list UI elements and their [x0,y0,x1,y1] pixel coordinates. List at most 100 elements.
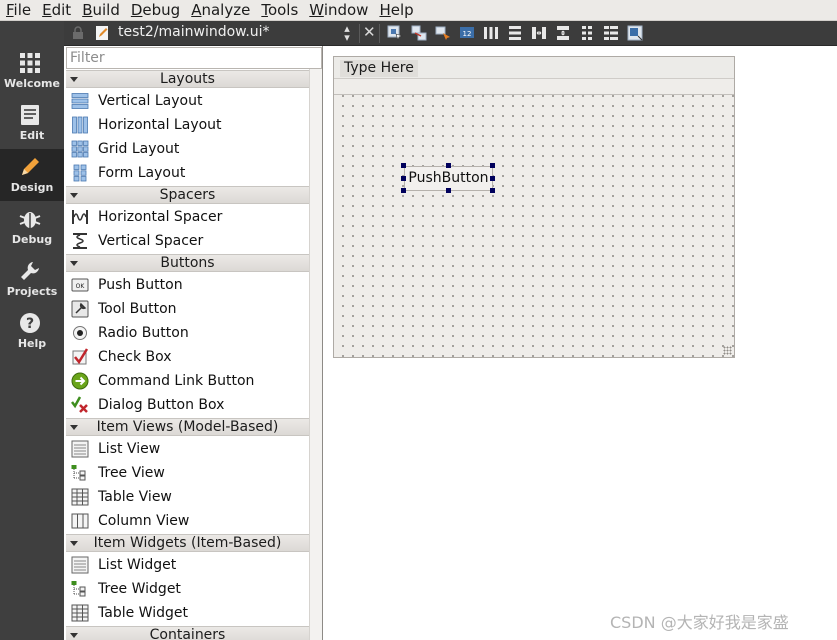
pencil-icon [22,158,39,175]
widget-item-tree-view[interactable]: Tree View [66,461,309,485]
widget-item-vertical-layout[interactable]: Vertical Layout [66,89,309,113]
watermark: CSDN @大家好我是家盛 [610,613,789,632]
main-window-form[interactable]: Type Here [333,56,735,358]
menu-debug[interactable]: Debug [127,0,187,21]
widget-item-check-box[interactable]: Check Box [66,345,309,369]
selection-handle[interactable] [490,188,495,193]
category-item-widgets[interactable]: Item Widgets (Item-Based) [66,534,309,552]
menu-edit[interactable]: Edit [38,0,78,21]
layout-form-icon[interactable] [603,25,619,41]
bug-icon [19,212,41,228]
category-item-views[interactable]: Item Views (Model-Based) [66,418,309,436]
collapse-arrow-icon [70,77,78,82]
mode-label: Projects [6,285,58,298]
category-buttons[interactable]: Buttons [66,254,309,272]
selection-handle[interactable] [446,163,451,168]
selection-handle[interactable] [401,176,406,181]
document-tab-title[interactable]: test2/mainwindow.ui* [118,24,270,40]
filter-input[interactable]: Filter [66,47,322,69]
edit-tab-order-icon[interactable]: 12 [459,25,475,41]
question-icon: ? [20,313,40,333]
mode-edit[interactable]: Edit [0,97,64,149]
menu-analyze[interactable]: Analyze [187,0,257,21]
widget-item-list-widget[interactable]: List Widget [66,553,309,577]
column-view-icon [71,513,89,529]
mode-projects[interactable]: Projects [0,253,64,305]
widget-item-command-link-button[interactable]: Command Link Button [66,369,309,393]
menu-help[interactable]: Help [375,0,420,21]
collapse-arrow-icon [70,633,78,638]
mode-debug[interactable]: Debug [0,201,64,253]
toolbar-separator [359,24,360,43]
category-containers[interactable]: Containers [66,626,309,640]
toolbar-separator [379,24,380,43]
menu-window[interactable]: Window [305,0,375,21]
mode-label: Help [17,337,47,350]
widget-item-form-layout[interactable]: Form Layout [66,161,309,185]
widget-item-vertical-spacer[interactable]: Vertical Spacer [66,229,309,253]
adjust-size-icon[interactable] [627,25,643,41]
mode-label: Edit [19,129,45,142]
category-spacers[interactable]: Spacers [66,186,309,204]
menu-bar: File Edit Build Debug Analyze Tools Wind… [0,0,837,21]
widget-item-tool-button[interactable]: Tool Button [66,297,309,321]
widget-box-scrollbar[interactable] [309,69,322,640]
document-switch-icon[interactable]: ▴ ▾ [342,23,352,43]
selection-handle[interactable] [490,176,495,181]
widget-item-table-widget[interactable]: Table Widget [66,601,309,625]
edit-buddies-icon[interactable] [435,25,451,41]
vertical-spacer-icon [73,233,87,249]
grid-icon [20,53,40,73]
command-link-icon [71,372,89,390]
mode-label: Design [10,181,54,194]
selection-handle[interactable] [401,188,406,193]
svg-text:12: 12 [463,30,472,38]
widget-item-table-view[interactable]: Table View [66,485,309,509]
tool-button-icon [71,300,89,318]
selection-handle[interactable] [401,163,406,168]
vertical-layout-icon [71,93,89,109]
widget-item-column-view[interactable]: Column View [66,509,309,533]
layout-v-splitter-icon[interactable] [555,25,571,41]
widget-item-horizontal-spacer[interactable]: Horizontal Spacer [66,205,309,229]
collapse-arrow-icon [70,541,78,546]
widget-item-grid-layout[interactable]: Grid Layout [66,137,309,161]
widget-box: Layouts Vertical Layout Horizontal Layou… [66,69,309,640]
widget-item-horizontal-layout[interactable]: Horizontal Layout [66,113,309,137]
close-icon[interactable]: ✕ [363,23,376,41]
menu-file[interactable]: File [2,0,38,21]
grid-layout-icon [71,140,89,158]
resize-grip-icon[interactable] [723,346,732,355]
edit-signals-icon[interactable] [411,25,427,41]
table-widget-icon [71,604,89,622]
widget-item-tree-widget[interactable]: Tree Widget [66,577,309,601]
layout-horizontal-icon[interactable] [483,25,499,41]
collapse-arrow-icon [70,261,78,266]
selection-handle[interactable] [490,163,495,168]
ui-file-icon [96,26,108,40]
menu-tools[interactable]: Tools [257,0,305,21]
widget-item-dialog-button-box[interactable]: Dialog Button Box [66,393,309,417]
mode-selector: Welcome Edit Design Debug Projects ? Hel… [0,21,64,640]
form-menu-bar: Type Here [334,57,734,79]
widget-item-push-button[interactable]: OK Push Button [66,273,309,297]
widget-item-list-view[interactable]: List View [66,437,309,461]
category-layouts[interactable]: Layouts [66,70,309,88]
wrench-icon [21,262,39,280]
table-view-icon [71,488,89,506]
layout-vertical-icon[interactable] [507,25,523,41]
mode-label: Welcome [4,77,60,90]
mode-welcome[interactable]: Welcome [0,45,64,97]
tree-view-icon [71,465,86,481]
selection-handle[interactable] [446,188,451,193]
widget-item-radio-button[interactable]: Radio Button [66,321,309,345]
mode-help[interactable]: ? Help [0,305,64,357]
edit-widgets-icon[interactable] [387,25,403,41]
layout-grid-icon[interactable] [579,25,595,41]
type-here-menu-placeholder[interactable]: Type Here [340,60,418,77]
mode-design[interactable]: Design [0,149,64,201]
radio-button-icon [73,326,87,340]
menu-build[interactable]: Build [78,0,127,21]
layout-h-splitter-icon[interactable] [531,25,547,41]
lock-icon[interactable] [72,26,84,40]
